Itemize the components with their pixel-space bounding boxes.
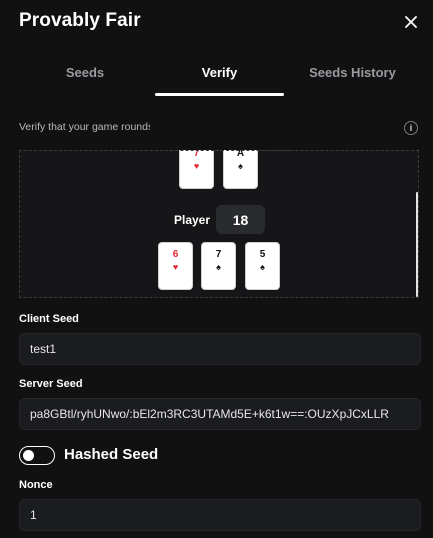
tab-bar: Seeds Verify Seeds History: [0, 56, 433, 96]
server-seed-label: Server Seed: [19, 378, 83, 390]
toggle-knob: [23, 449, 34, 461]
preview-top-border: [150, 150, 290, 151]
hashed-seed-toggle[interactable]: [19, 446, 55, 465]
player-label: Player: [174, 213, 211, 227]
hashed-seed-label: Hashed Seed: [64, 446, 159, 463]
heart-icon: ♥: [193, 161, 200, 171]
spade-icon: ♠: [260, 262, 265, 272]
card-rank: 5: [259, 249, 266, 260]
player-card: 6 ♥: [158, 242, 193, 290]
nonce-label: Nonce: [19, 479, 53, 491]
info-icon[interactable]: i: [404, 121, 418, 135]
close-button[interactable]: [401, 12, 421, 32]
heart-icon: ♥: [172, 262, 179, 272]
player-score-badge: 18: [216, 205, 265, 234]
modal-title: Provably Fair: [19, 10, 141, 31]
card-rank: 6: [172, 249, 179, 260]
client-seed-label: Client Seed: [19, 313, 79, 325]
tab-seeds-history[interactable]: Seeds History: [284, 56, 421, 96]
card-rank: 7: [215, 249, 222, 260]
close-icon: [405, 16, 417, 28]
tab-seeds[interactable]: Seeds: [0, 56, 170, 96]
player-card: 5 ♠: [245, 242, 280, 290]
preview-scrollbar[interactable]: [416, 192, 418, 297]
nonce-input[interactable]: 1: [19, 499, 421, 531]
server-seed-input[interactable]: pa8GBtl/ryhUNwo/:bEl2m3RC3UTAMd5E+k6t1w=…: [19, 398, 421, 430]
spade-icon: ♠: [238, 161, 243, 171]
player-card: 7 ♠: [201, 242, 236, 290]
preview-mask: [150, 120, 290, 150]
client-seed-input[interactable]: test1: [19, 333, 421, 365]
tab-verify[interactable]: Verify: [155, 56, 284, 96]
provably-fair-modal: Provably Fair Seeds Verify Seeds History…: [0, 0, 433, 538]
spade-icon: ♠: [216, 262, 221, 272]
